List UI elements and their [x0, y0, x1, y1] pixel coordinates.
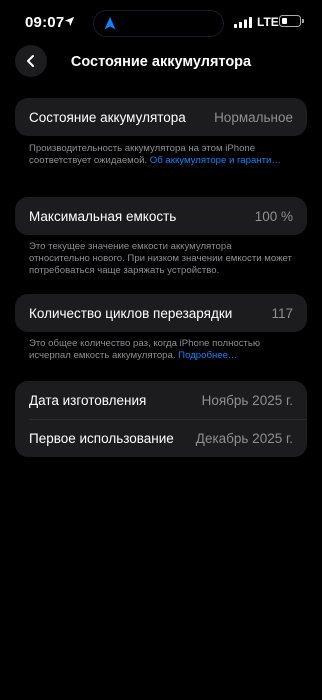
cycle-count-card: Количество циклов перезарядки 117 [15, 294, 307, 332]
battery-health-note: Производительность аккумулятора на этом … [29, 143, 294, 167]
location-arrow-icon [64, 16, 75, 27]
battery-health-screen: 09:07 LTE Состояние аккумулятора Состоян… [0, 0, 322, 700]
max-capacity-value: 100 % [254, 208, 293, 224]
status-time: 09:07 [25, 14, 65, 31]
max-capacity-note: Это текущее значение емкости аккумулятор… [29, 241, 292, 277]
max-capacity-card: Максимальная емкость 100 % [15, 197, 307, 235]
battery-health-card[interactable]: Состояние аккумулятора Нормальное [15, 98, 307, 136]
battery-level [282, 18, 287, 24]
page-title: Состояние аккумулятора [70, 54, 252, 70]
cycle-count-value: 117 [271, 305, 293, 321]
battery-health-row[interactable]: Состояние аккумулятора Нормальное [15, 98, 307, 136]
network-type: LTE [257, 15, 279, 29]
manufacture-date-value: Ноябрь 2025 г. [201, 392, 293, 408]
first-use-label: Первое использование [29, 430, 174, 446]
navigation-icon [104, 17, 116, 30]
dynamic-island[interactable] [93, 10, 224, 37]
cycle-count-note: Это общее количество раз, когда iPhone п… [29, 338, 294, 362]
cycle-count-label: Количество циклов перезарядки [29, 305, 233, 321]
status-bar: 09:07 LTE [0, 0, 322, 46]
battery-health-value: Нормальное [214, 109, 293, 125]
manufacture-date-label: Дата изготовления [29, 392, 147, 408]
signal-icon [234, 17, 252, 28]
battery-health-label: Состояние аккумулятора [29, 109, 186, 125]
battery-icon [279, 15, 301, 27]
dates-card: Дата изготовления Ноябрь 2025 г. Первое … [15, 381, 307, 457]
manufacture-date-row: Дата изготовления Ноябрь 2025 г. [15, 381, 307, 419]
max-capacity-row: Максимальная емкость 100 % [15, 197, 307, 235]
battery-cap [302, 19, 304, 23]
max-capacity-label: Максимальная емкость [29, 208, 177, 224]
battery-warranty-link[interactable]: Об аккумуляторе и гаранти… [150, 155, 281, 166]
cycle-count-row: Количество циклов перезарядки 117 [15, 294, 307, 332]
learn-more-link[interactable]: Подробнее… [178, 350, 237, 361]
first-use-value: Декабрь 2025 г. [195, 430, 293, 446]
first-use-row: Первое использование Декабрь 2025 г. [15, 419, 307, 457]
